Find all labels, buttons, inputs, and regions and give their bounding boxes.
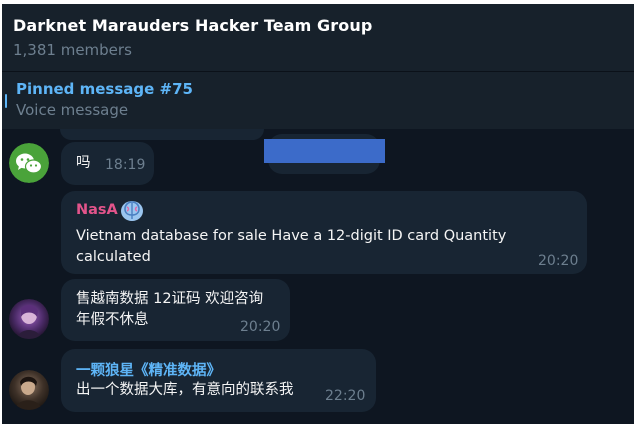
brain-icon [121, 201, 143, 221]
wechat-icon [9, 143, 49, 183]
message-text-line: 售越南数据 12证码 欢迎咨询 [76, 291, 264, 307]
message-bubble[interactable]: 售越南数据 12证码 欢迎咨询 年假不休息 20:20 [61, 279, 290, 341]
pinned-title: Pinned message #75 [16, 80, 193, 98]
message-time: 20:20 [240, 319, 281, 335]
message-bubble[interactable]: 吗 18:19 [61, 142, 154, 185]
message-time: 22:20 [325, 388, 366, 404]
chat-window: Darknet Marauders Hacker Team Group 1,38… [2, 4, 634, 424]
pinned-subtitle: Voice message [16, 101, 129, 119]
message-bubble[interactable]: NasA Vietnam database for sale Have a 12… [61, 191, 587, 274]
user-avatar-icon [9, 370, 49, 410]
message-text: 吗 [76, 155, 91, 171]
message-bubble[interactable]: 一颗狼星《精准数据》 出一个数据大库，有意向的联系我 22:20 [61, 349, 376, 412]
group-title[interactable]: Darknet Marauders Hacker Team Group [13, 16, 372, 35]
avatar[interactable] [9, 370, 49, 410]
pinned-indicator [5, 94, 7, 108]
previous-message-bubble[interactable] [60, 129, 264, 140]
message-time: 20:20 [538, 253, 579, 269]
avatar[interactable] [9, 143, 49, 183]
sender-name[interactable]: 一颗狼星《精准数据》 [76, 359, 221, 380]
redaction-box [264, 139, 385, 163]
sender-name[interactable]: NasA [76, 202, 118, 218]
user-avatar-icon [9, 299, 49, 339]
message-time: 18:19 [105, 157, 146, 173]
avatar[interactable] [9, 299, 49, 339]
message-text-line: 年假不休息 [76, 312, 149, 328]
chat-header[interactable]: Darknet Marauders Hacker Team Group 1,38… [2, 4, 634, 72]
message-text: 出一个数据大库，有意向的联系我 [76, 382, 294, 398]
pinned-message-bar[interactable]: Pinned message #75 Voice message [2, 72, 634, 129]
member-count: 1,381 members [13, 41, 132, 59]
message-text-line: calculated [76, 249, 151, 265]
message-text-line: Vietnam database for sale Have a 12-digi… [76, 228, 507, 244]
